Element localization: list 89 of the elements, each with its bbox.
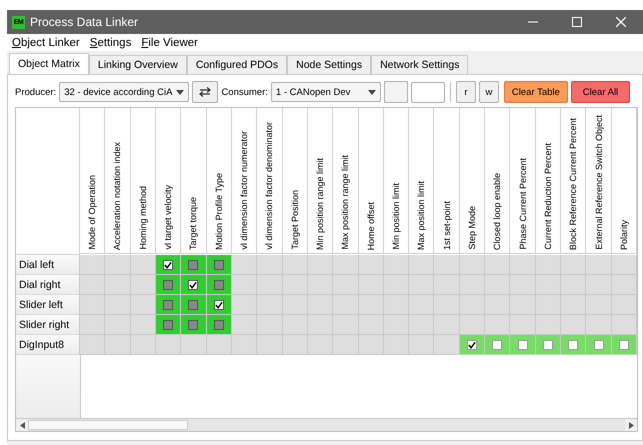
- menu-item[interactable]: File Viewer: [141, 36, 198, 48]
- column-header: Current Reduction Percent: [542, 143, 553, 250]
- checkbox[interactable]: [518, 340, 528, 350]
- column-header: Min position range limit: [315, 158, 326, 250]
- column-header: vl dimension factor numerator: [239, 131, 250, 250]
- column-header: vl target velocity: [163, 185, 174, 250]
- clear-all-button[interactable]: Clear All: [570, 81, 630, 103]
- table-cell: [257, 335, 283, 355]
- close-icon[interactable]: [616, 17, 626, 27]
- table-cell: [232, 335, 258, 355]
- column-header: Max position range limit: [340, 155, 350, 250]
- column-header: Target Position: [290, 190, 300, 250]
- caret-icon: [368, 90, 376, 94]
- column-header: Acceleration notation index: [112, 142, 122, 250]
- menu-item[interactable]: Object Linker: [12, 36, 80, 48]
- checkbox[interactable]: [163, 260, 174, 270]
- maximize-icon[interactable]: [572, 17, 582, 27]
- swap-arrows-icon: [199, 87, 212, 97]
- window-title: Process Data Linker: [30, 15, 140, 29]
- tab[interactable]: Network Settings: [371, 55, 468, 74]
- scroll-right-icon[interactable]: [628, 422, 634, 428]
- table-cell: [80, 275, 106, 295]
- tab[interactable]: Linking Overview: [88, 55, 187, 74]
- table-cell: [80, 335, 106, 355]
- producer-label: Producer:: [15, 86, 56, 98]
- table-cell: [282, 335, 308, 355]
- row-header: Dial right: [16, 275, 80, 295]
- scrollbar-thumb[interactable]: [28, 420, 188, 430]
- tab[interactable]: Node Settings: [287, 55, 372, 74]
- column-header: External Reference Switch Object: [594, 115, 604, 250]
- column-header: Block Reference Current Percent: [568, 118, 578, 250]
- checkbox[interactable]: [568, 340, 578, 350]
- column-header: Mode of Operation: [87, 175, 98, 250]
- column-header: Step Mode: [466, 206, 477, 250]
- table-cell: [105, 335, 131, 355]
- read-button[interactable]: r: [456, 81, 476, 103]
- checkbox[interactable]: [188, 280, 198, 290]
- checkbox[interactable]: [594, 340, 604, 350]
- table-cell: [358, 335, 384, 355]
- checkbox[interactable]: [618, 340, 629, 350]
- table-cell: [130, 335, 156, 355]
- checkbox[interactable]: [163, 280, 174, 290]
- column-header: Max position limit: [416, 180, 426, 250]
- scroll-left-icon[interactable]: [20, 422, 24, 428]
- column-header: Homing method: [138, 186, 148, 250]
- row-header: Slider left: [16, 295, 80, 315]
- column-header: Polarity: [618, 220, 629, 250]
- write-button[interactable]: w: [478, 81, 499, 103]
- column-header: Target torque: [188, 196, 198, 250]
- checkbox[interactable]: [466, 340, 477, 350]
- column-header: Phase Current Percent: [518, 158, 528, 250]
- checkbox[interactable]: [492, 340, 502, 350]
- table-cell: [308, 335, 334, 355]
- column-header: vl dimension factor denominator: [264, 122, 274, 250]
- checkbox[interactable]: [188, 300, 198, 310]
- row-header: Dial left: [16, 255, 80, 275]
- table-cell: [80, 295, 106, 315]
- checkbox[interactable]: [188, 260, 198, 270]
- column-header: 1st set-point: [442, 200, 452, 250]
- caret-icon: [176, 90, 184, 94]
- consumer-dropdown[interactable]: 1 - CANopen Dev: [270, 82, 381, 102]
- table-cell: [384, 335, 410, 355]
- column-header: Min position limit: [390, 183, 401, 250]
- clear-table-button[interactable]: Clear Table: [504, 81, 568, 103]
- row-header: DigInput8: [16, 335, 80, 355]
- menu-item[interactable]: Settings: [90, 36, 132, 48]
- blank-button[interactable]: [384, 81, 408, 103]
- checkbox[interactable]: [163, 300, 174, 310]
- producer-dropdown[interactable]: 32 - device according CiA: [59, 82, 190, 102]
- checkbox[interactable]: [214, 320, 224, 330]
- column-header: Home offset: [366, 202, 376, 250]
- checkbox[interactable]: [214, 280, 224, 290]
- checkbox[interactable]: [163, 320, 174, 330]
- consumer-label: Consumer:: [221, 86, 268, 98]
- table-cell: [434, 315, 460, 335]
- checkbox[interactable]: [214, 260, 224, 270]
- checkbox[interactable]: [188, 320, 198, 330]
- column-header: Motion Profile Type: [214, 173, 224, 250]
- input-field[interactable]: [410, 82, 445, 102]
- table-cell: [80, 315, 106, 335]
- swap-button[interactable]: [192, 81, 218, 103]
- checkbox[interactable]: [214, 300, 224, 310]
- checkbox[interactable]: [542, 340, 553, 350]
- tab[interactable]: Object Matrix: [9, 53, 89, 74]
- table-cell: [409, 335, 434, 355]
- tab[interactable]: Configured PDOs: [186, 55, 288, 74]
- column-header: Closed loop enable: [492, 172, 502, 250]
- table-cell: [333, 335, 358, 355]
- row-header: Slider right: [16, 315, 80, 335]
